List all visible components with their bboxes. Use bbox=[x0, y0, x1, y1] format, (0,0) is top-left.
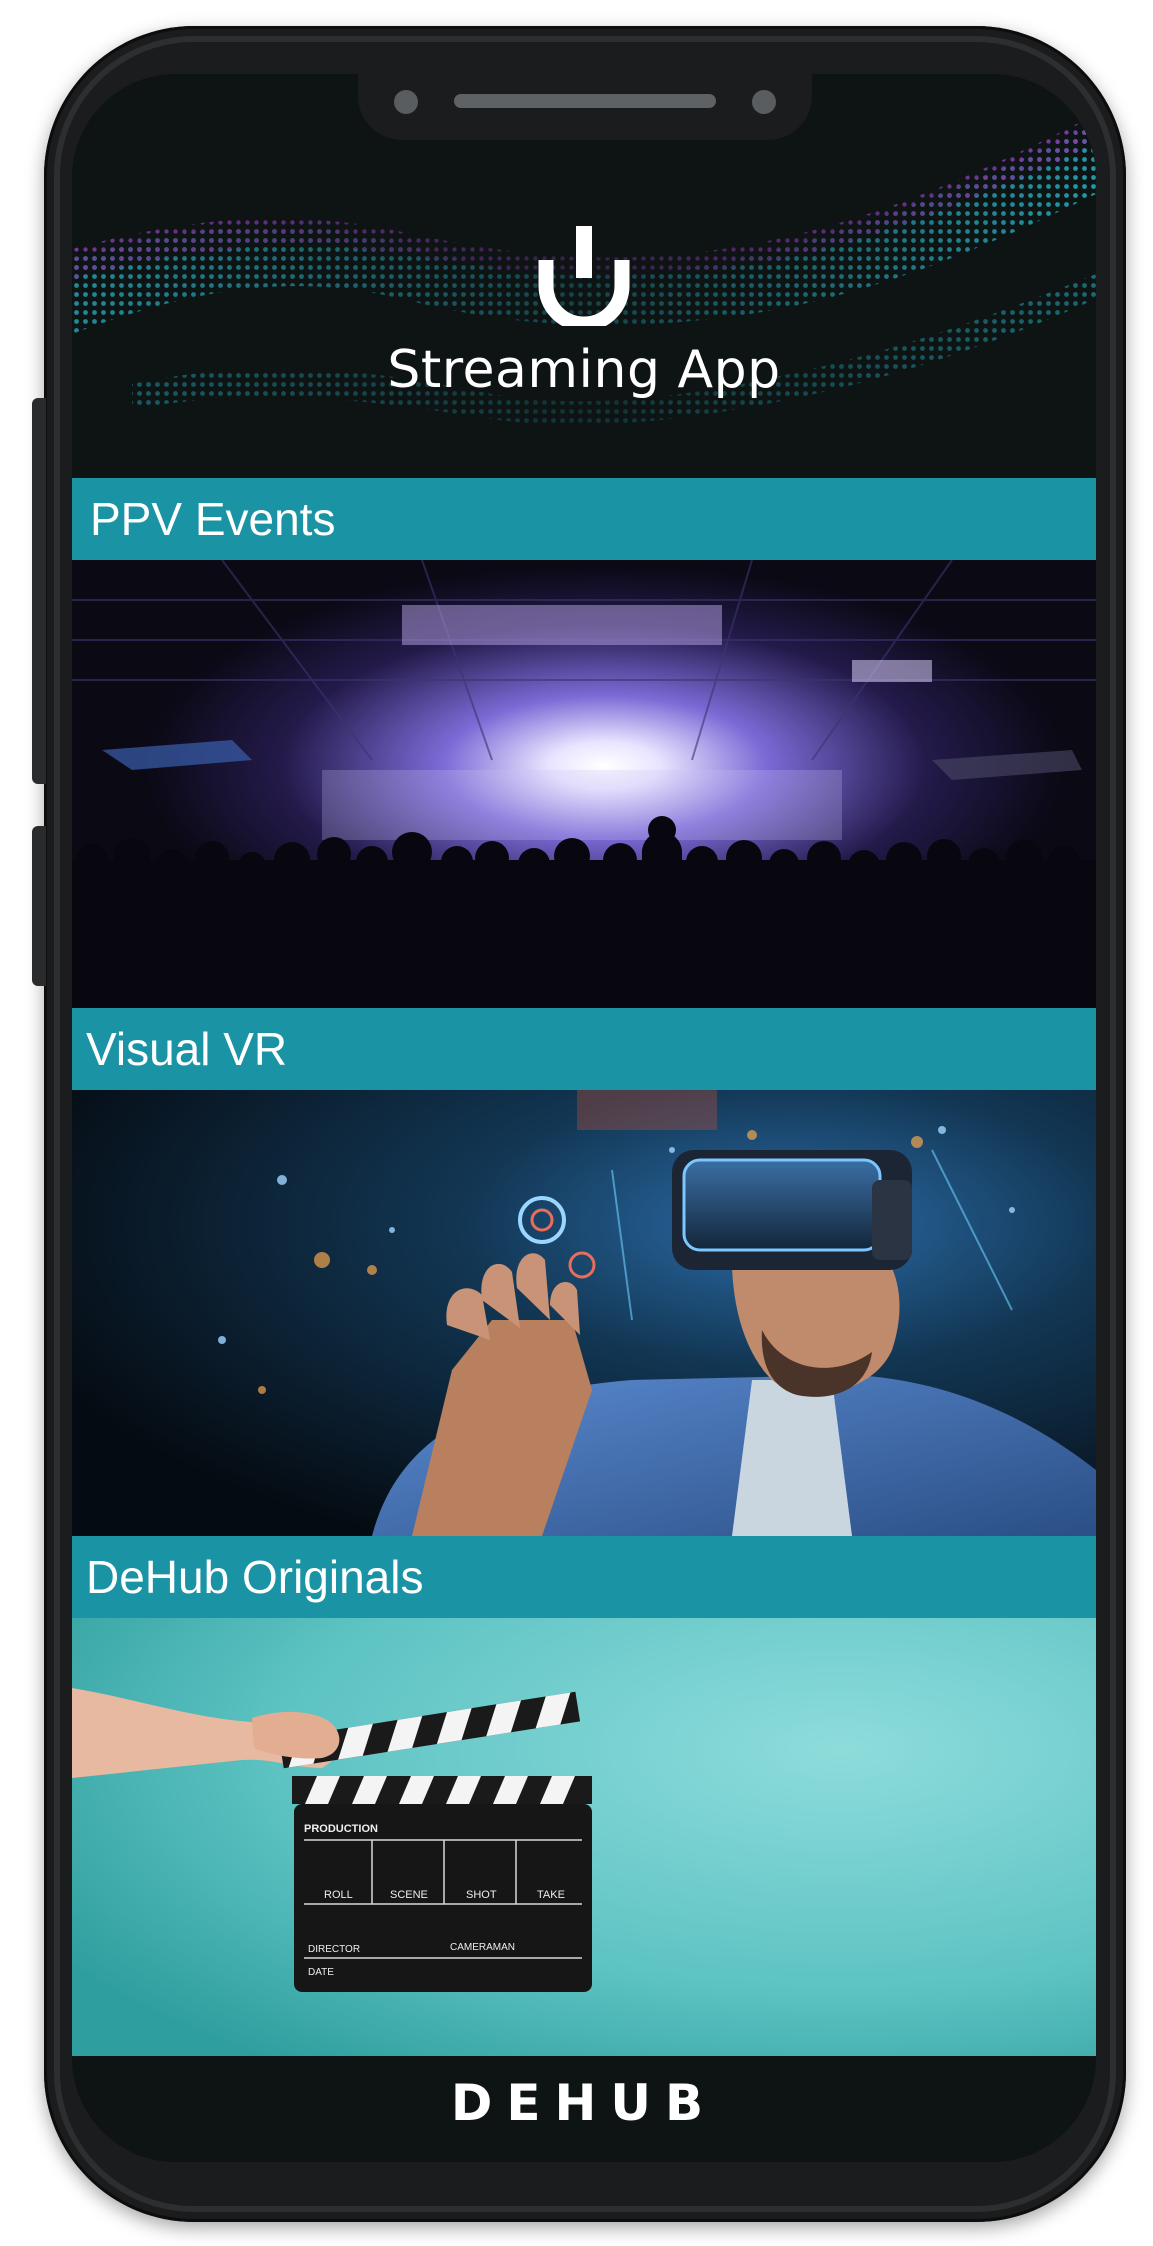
sensor-icon bbox=[752, 90, 776, 114]
concert-crowd-stage-lights-image bbox=[72, 560, 1096, 1008]
visual-vr-image[interactable] bbox=[72, 1090, 1096, 1536]
app-screen: Streaming App PPV Events Visual VR DeHub… bbox=[72, 74, 1096, 2162]
section-header-dehub-originals[interactable]: DeHub Originals bbox=[72, 1536, 1096, 1618]
clapper-shot-label: SHOT bbox=[466, 1889, 497, 1901]
earpiece-speaker bbox=[454, 94, 716, 108]
clapper-production-label: PRODUCTION bbox=[304, 1823, 378, 1835]
front-camera-icon bbox=[394, 90, 418, 114]
clapper-take-label: TAKE bbox=[537, 1889, 565, 1901]
clapper-director-label: DIRECTOR bbox=[308, 1944, 360, 1955]
app-title: Streaming App bbox=[387, 340, 781, 400]
clapper-date-label: DATE bbox=[308, 1967, 334, 1978]
volume-up-button bbox=[32, 398, 46, 784]
section-header-visual-vr[interactable]: Visual VR bbox=[72, 1008, 1096, 1090]
app-footer: DEHUB bbox=[72, 2056, 1096, 2162]
ppv-events-image[interactable] bbox=[72, 560, 1096, 1008]
dehub-originals-image[interactable]: PRODUCTION ROLL SCENE SHOT TAKE DIRECTOR… bbox=[72, 1618, 1096, 2058]
dehub-brand-logo: DEHUB bbox=[450, 2074, 718, 2132]
section-header-ppv-events[interactable]: PPV Events bbox=[72, 478, 1096, 560]
clapper-scene-label: SCENE bbox=[390, 1889, 428, 1901]
volume-down-button bbox=[32, 826, 46, 986]
power-u-logo-icon bbox=[538, 226, 630, 326]
clapper-roll-label: ROLL bbox=[324, 1889, 353, 1901]
man-wearing-vr-headset-image bbox=[72, 1090, 1096, 1536]
hand-holding-clapperboard-image: PRODUCTION ROLL SCENE SHOT TAKE DIRECTOR… bbox=[72, 1618, 1096, 2058]
clapper-cameraman-label: CAMERAMAN bbox=[450, 1942, 515, 1953]
phone-notch bbox=[358, 74, 812, 140]
